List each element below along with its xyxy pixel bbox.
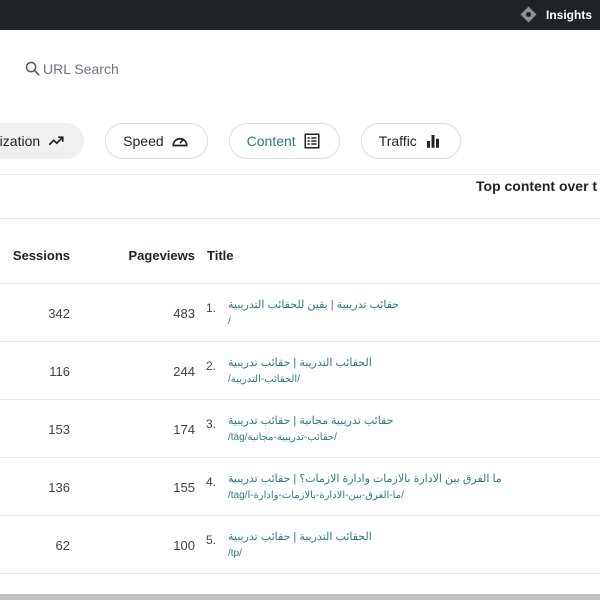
- column-header-title[interactable]: Title: [207, 248, 234, 263]
- content-list-icon: [304, 133, 320, 149]
- cell-title-link[interactable]: الحقائب التدريبة | حقائب تدريبية: [228, 356, 372, 369]
- cell-sessions: 342: [48, 306, 70, 321]
- tab-speed[interactable]: Speed: [105, 123, 208, 159]
- cell-rank: 4.: [206, 475, 217, 489]
- search-icon: [25, 61, 40, 76]
- table-row: 136 155 4. ما الفرق بين الادارة بالازمات…: [0, 457, 600, 515]
- column-header-pageviews[interactable]: Pageviews: [129, 248, 196, 263]
- url-search[interactable]: URL Search: [24, 60, 119, 77]
- search-placeholder: URL Search: [43, 60, 119, 77]
- cell-sessions: 62: [55, 538, 70, 553]
- cell-url-link[interactable]: /tp/: [228, 548, 242, 559]
- cell-url-link[interactable]: /tag/ما-الفرق-بين-الادارة-بالازمات-وادار…: [228, 490, 404, 501]
- cell-title-link[interactable]: الحقائب التدريبة | حقائب تدريبية: [228, 530, 372, 543]
- cell-rank: 1.: [206, 301, 217, 315]
- insights-logo-icon: [520, 6, 537, 23]
- table-row: 116 244 2. الحقائب التدريبة | حقائب تدري…: [0, 341, 600, 399]
- cell-rank: 3.: [206, 417, 217, 431]
- cell-url-link[interactable]: /الحقائب-التدريبة/: [228, 374, 300, 385]
- cell-rank: 5.: [206, 533, 217, 547]
- insights-menu[interactable]: Insights: [519, 5, 592, 24]
- bar-chart-icon: [426, 135, 439, 148]
- column-header-sessions[interactable]: Sessions: [13, 248, 70, 263]
- trending-up-icon: [48, 136, 64, 146]
- cell-pageviews: 100: [173, 538, 195, 553]
- tab-speed-label: Speed: [123, 133, 164, 149]
- cell-url-link[interactable]: /: [228, 316, 231, 327]
- tab-monetization[interactable]: etization: [0, 123, 85, 159]
- cell-pageviews: 155: [173, 480, 195, 495]
- cell-pageviews: 174: [173, 422, 195, 437]
- tab-traffic[interactable]: Traffic: [360, 123, 461, 159]
- speedometer-icon: [172, 137, 188, 147]
- report-tabs: etization Speed Content Traffic: [0, 123, 461, 159]
- cell-url-link[interactable]: /tag/حقائب-تدريبية-مجانية/: [228, 432, 337, 443]
- top-admin-bar: Insights: [0, 0, 600, 30]
- table-row: [0, 573, 600, 594]
- cell-sessions: 153: [48, 422, 70, 437]
- tab-content[interactable]: Content: [228, 123, 340, 159]
- cell-pageviews: 483: [173, 306, 195, 321]
- insights-label: Insights: [546, 7, 593, 22]
- section-title: Top content over t: [476, 178, 598, 194]
- cell-pageviews: 244: [173, 364, 195, 379]
- horizontal-scrollbar[interactable]: [0, 594, 600, 600]
- cell-title-link[interactable]: ما الفرق بين الادارة بالازمات وادارة الا…: [228, 472, 502, 485]
- table-row: 342 483 1. حقائب تدريبية | يقين للحقائب …: [0, 283, 600, 341]
- tab-content-label: Content: [246, 133, 296, 149]
- tab-monetization-label: etization: [0, 133, 41, 149]
- cell-title-link[interactable]: حقائب تدريبية مجانية | حقائب تدريبية: [228, 414, 393, 427]
- cell-rank: 2.: [206, 359, 217, 373]
- cell-sessions: 116: [49, 364, 70, 379]
- cell-title-link[interactable]: حقائب تدريبية | يقين للحقائب التدريبية: [228, 298, 399, 311]
- table-row: 62 100 5. الحقائب التدريبة | حقائب تدريب…: [0, 515, 600, 573]
- tab-traffic-label: Traffic: [378, 133, 417, 149]
- cell-sessions: 136: [48, 480, 70, 495]
- divider: [0, 174, 600, 175]
- divider: [0, 218, 600, 219]
- table-row: 153 174 3. حقائب تدريبية مجانية | حقائب …: [0, 399, 600, 457]
